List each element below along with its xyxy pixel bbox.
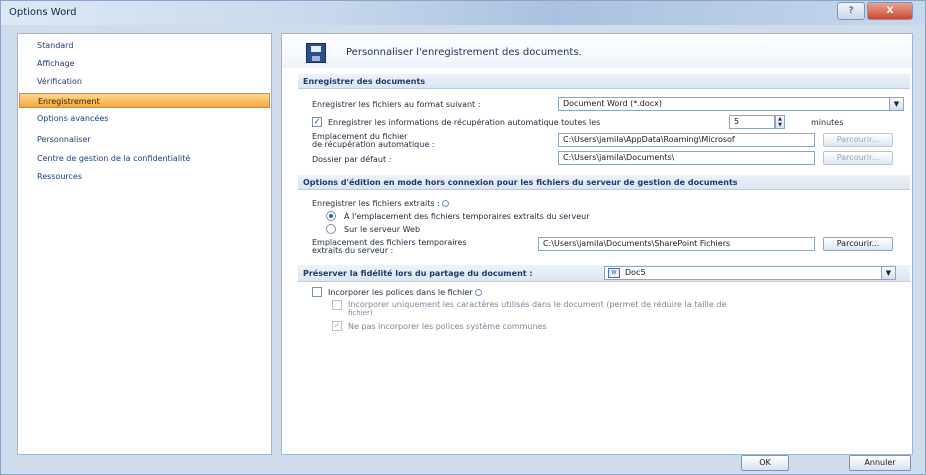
nav-item-confidentialite[interactable]: Centre de gestion de la confidentialité [19, 151, 270, 166]
chevron-down-icon[interactable]: ▼ [889, 98, 903, 110]
radio-local-drafts[interactable] [326, 211, 336, 221]
drafts-location-label-2: extraits du serveur : [312, 246, 394, 255]
autorecover-minutes-input[interactable]: 5 [729, 115, 775, 129]
autorecover-minutes-value: 5 [734, 117, 740, 126]
chevron-down-icon[interactable]: ▼ [881, 267, 895, 279]
format-value: Document Word (*.docx) [563, 99, 662, 108]
no-system-fonts-label: Ne pas incorporer les polices système co… [348, 322, 547, 331]
embed-used-chars-label-1: Incorporer uniquement les caractères uti… [348, 300, 727, 309]
embed-fonts-text: Incorporer les polices dans le fichier [328, 288, 473, 297]
window-title: Options Word [9, 7, 77, 18]
format-dropdown[interactable]: Document Word (*.docx) ▼ [558, 97, 904, 111]
floppy-disk-icon [306, 43, 326, 63]
nav-item-affichage[interactable]: Affichage [19, 56, 270, 71]
ok-button[interactable]: OK [741, 455, 789, 471]
nav-item-standard[interactable]: Standard [19, 38, 270, 53]
nav-item-personnaliser[interactable]: Personnaliser [19, 132, 270, 147]
radio-web-server[interactable] [326, 224, 336, 234]
browse-drafts-button[interactable]: Parcourir... [823, 237, 893, 251]
nav-item-enregistrement[interactable]: Enregistrement [19, 93, 270, 108]
radio-web-server-label: Sur le serveur Web [344, 225, 421, 234]
drafts-location-input[interactable]: C:\Users\jamila\Documents\SharePoint Fic… [538, 237, 815, 251]
autorecover-location-label-2: de récupération automatique : [312, 140, 435, 149]
browse-default-folder-button[interactable]: Parcourir... [823, 151, 893, 165]
default-folder-input[interactable]: C:\Users\jamila\Documents\ [558, 151, 815, 165]
page-title: Personnaliser l'enregistrement des docum… [346, 47, 582, 58]
embed-used-chars-checkbox[interactable] [332, 300, 342, 310]
autorecover-checkbox[interactable]: ✓ [312, 117, 322, 127]
info-icon [474, 289, 482, 296]
options-nav: Standard Affichage Vérification Enregist… [17, 33, 272, 455]
embed-fonts-checkbox[interactable] [312, 287, 322, 297]
nav-item-ressources[interactable]: Ressources [19, 169, 270, 184]
title-bar: Options Word ? X [1, 1, 925, 25]
radio-local-drafts-label: À l'emplacement des fichiers temporaires… [344, 212, 590, 221]
save-checked-out-label: Enregistrer les fichiers extraits : [312, 199, 449, 208]
document-dropdown[interactable]: W Doc5 ▼ [604, 266, 896, 280]
default-folder-label: Dossier par défaut : [312, 155, 392, 164]
page-banner: Personnaliser l'enregistrement des docum… [282, 34, 912, 68]
options-dialog: Options Word ? X Standard Affichage Véri… [0, 0, 926, 475]
options-content: Personnaliser l'enregistrement des docum… [281, 33, 913, 455]
autorecover-location-input[interactable]: C:\Users\jamila\AppData\Roaming\Microsof [558, 133, 815, 147]
autorecover-label: Enregistrer les informations de récupéra… [328, 118, 601, 127]
embed-used-chars-label-2: fichier) [348, 309, 373, 317]
autorecover-location-value: C:\Users\jamila\AppData\Roaming\Microsof [563, 135, 735, 144]
nav-item-verification[interactable]: Vérification [19, 74, 270, 89]
embed-fonts-label: Incorporer les polices dans le fichier [328, 288, 482, 297]
save-checked-out-text: Enregistrer les fichiers extraits : [312, 199, 440, 208]
document-icon: W [608, 268, 620, 278]
cancel-button[interactable]: Annuler [849, 455, 911, 471]
section-save-documents: Enregistrer des documents [298, 74, 910, 89]
section-offline-editing: Options d'édition en mode hors connexion… [298, 175, 910, 190]
browse-autorecover-button[interactable]: Parcourir... [823, 133, 893, 147]
nav-item-options-avancees[interactable]: Options avancées [19, 111, 270, 126]
no-system-fonts-checkbox[interactable]: ✓ [332, 321, 342, 331]
help-button[interactable]: ? [837, 2, 865, 20]
info-icon [441, 200, 449, 207]
close-button[interactable]: X [867, 2, 913, 20]
minutes-label: minutes [811, 118, 844, 127]
default-folder-value: C:\Users\jamila\Documents\ [563, 153, 675, 162]
minutes-spinner[interactable]: ▲ ▼ [775, 115, 785, 129]
format-label: Enregistrer les fichiers au format suiva… [312, 100, 481, 109]
drafts-location-value: C:\Users\jamila\Documents\SharePoint Fic… [543, 239, 731, 248]
fidelity-title: Préserver la fidélité lors du partage du… [303, 269, 533, 278]
